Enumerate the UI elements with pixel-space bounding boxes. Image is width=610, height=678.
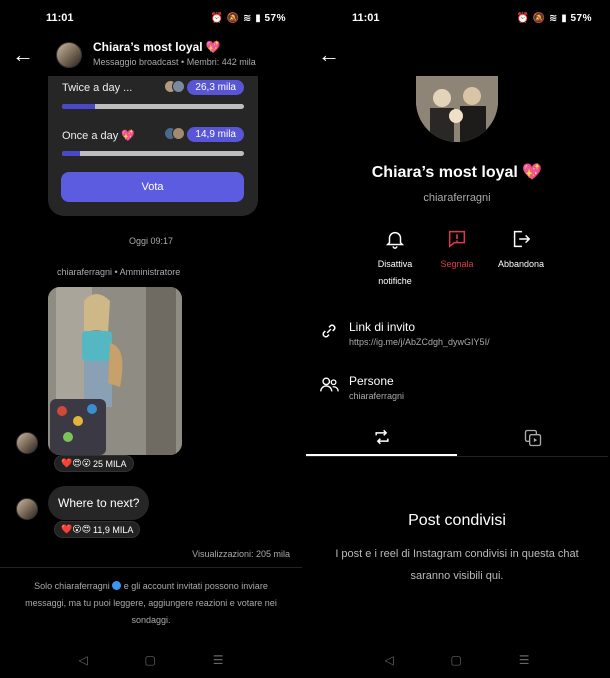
- people-row[interactable]: Persone chiaraferragni: [318, 374, 596, 408]
- nav-home-icon[interactable]: ▢: [451, 653, 462, 667]
- reaction-emojis: ❤️😍😮: [61, 458, 91, 468]
- battery-level: 57%: [264, 12, 286, 24]
- nav-menu-icon[interactable]: ☰: [213, 653, 224, 667]
- group-username[interactable]: chiaraferragni: [306, 192, 608, 204]
- leave-group-button[interactable]: Abbandona: [486, 228, 556, 273]
- action-label: Disattiva notifiche: [377, 259, 413, 286]
- status-time: 11:01: [46, 12, 74, 24]
- group-avatar[interactable]: [56, 42, 82, 68]
- poll-card: Twice a day ... 26,3 mila Once a day 💖 1…: [48, 76, 258, 216]
- wifi-icon: ≋: [243, 12, 252, 24]
- invite-link-title: Link di invito: [349, 320, 416, 334]
- tabs-divider: [306, 456, 608, 457]
- action-label: Segnala: [440, 259, 474, 269]
- photo-illustration: [48, 287, 182, 455]
- status-bar: 11:01 ⏰ 🔕 ≋ ▮ 57%: [0, 0, 302, 36]
- empty-state-title: Post condivisi: [408, 512, 506, 529]
- signal-icon: ▮: [255, 12, 262, 24]
- mute-icon: 🔕: [532, 12, 546, 24]
- avatar-illustration: [416, 76, 498, 142]
- media-gallery-icon: [524, 429, 541, 447]
- message-reactions[interactable]: ❤️😮😍 11,9 MILA: [54, 521, 141, 538]
- battery-level: 57%: [570, 12, 592, 24]
- alarm-icon: ⏰: [516, 12, 530, 24]
- tab-shared-media[interactable]: [457, 420, 608, 456]
- reaction-count: 11,9 MILA: [92, 524, 134, 535]
- shared-photo[interactable]: [48, 287, 182, 455]
- back-arrow-icon[interactable]: ←: [318, 42, 340, 68]
- group-title: Chiara’s most loyal 💖: [371, 164, 543, 181]
- leave-icon: [513, 230, 531, 248]
- reaction-emojis: ❤️😮😍: [61, 524, 91, 534]
- sender-label: chiaraferragni • Amministratore: [57, 267, 181, 277]
- tab-shared-posts[interactable]: [306, 420, 457, 456]
- people-title: Persone: [349, 374, 394, 388]
- broadcast-notice: Solo chiaraferragni e gli account invita…: [14, 578, 288, 629]
- system-nav-bar: ◁ ▢ ☰: [0, 648, 302, 672]
- invite-link-row[interactable]: Link di invito https://ig.me/j/AbZCdgh_d…: [318, 320, 596, 354]
- link-icon: [322, 324, 336, 338]
- sender-avatar[interactable]: [16, 498, 38, 520]
- system-nav-bar: ◁ ▢ ☰: [306, 648, 608, 672]
- invite-link-url[interactable]: https://ig.me/j/AbZCdgh_dywGIY5I/: [349, 337, 490, 347]
- notice-part1: Solo chiaraferragni: [34, 581, 110, 591]
- nav-back-icon[interactable]: ◁: [384, 653, 393, 667]
- report-button[interactable]: Segnala: [422, 228, 492, 273]
- people-sub: chiaraferragni: [349, 391, 405, 401]
- views-count: Visualizzazioni: 205 mila: [192, 549, 290, 559]
- chat-screen: 11:01 ⏰ 🔕 ≋ ▮ 57% ← Chiara’s most loyal …: [0, 0, 302, 678]
- reshare-icon: [374, 429, 389, 445]
- message-bubble[interactable]: Where to next?: [48, 486, 150, 520]
- back-arrow-icon[interactable]: ←: [12, 42, 34, 68]
- wifi-icon: ≋: [549, 12, 558, 24]
- vote-button[interactable]: Vota: [61, 172, 244, 202]
- status-bar: 11:01 ⏰ 🔕 ≋ ▮ 57%: [306, 0, 608, 36]
- group-avatar-large[interactable]: [416, 76, 498, 142]
- people-icon: [320, 377, 339, 392]
- poll-progress-fill: [62, 151, 81, 156]
- poll-progress-fill: [62, 104, 95, 109]
- message-timestamp: Oggi 09:17: [128, 236, 174, 246]
- report-icon: [448, 230, 466, 248]
- chat-title[interactable]: Chiara’s most loyal 💖: [93, 40, 221, 54]
- divider: [0, 567, 302, 568]
- group-info-screen: 11:01 ⏰ 🔕 ≋ ▮ 57% ← Chiara’s most loyal …: [306, 0, 608, 678]
- sender-avatar[interactable]: [16, 432, 38, 454]
- reaction-count: 25 MILA: [92, 458, 127, 469]
- photo-reactions[interactable]: ❤️😍😮 25 MILA: [54, 455, 134, 472]
- nav-menu-icon[interactable]: ☰: [519, 653, 530, 667]
- bell-icon: [385, 231, 405, 249]
- nav-home-icon[interactable]: ▢: [145, 653, 156, 667]
- alarm-icon: ⏰: [210, 12, 224, 24]
- verified-badge-icon: [112, 581, 122, 590]
- poll-option-label[interactable]: Once a day 💖: [62, 129, 135, 142]
- mute-notifications-button[interactable]: Disattiva notifiche: [360, 228, 430, 290]
- poll-progress-bar: [62, 151, 244, 156]
- message-text: Where to next?: [58, 496, 140, 510]
- signal-icon: ▮: [561, 12, 568, 24]
- status-icons: ⏰ 🔕 ≋ ▮ 57%: [517, 13, 592, 24]
- poll-progress-bar: [62, 104, 244, 109]
- action-label: Abbandona: [497, 259, 545, 269]
- poll-vote-count: 26,3 mila: [187, 80, 244, 95]
- mute-icon: 🔕: [226, 12, 240, 24]
- nav-back-icon[interactable]: ◁: [78, 653, 87, 667]
- voter-avatar: [172, 127, 185, 140]
- poll-option-label[interactable]: Twice a day ...: [62, 82, 132, 94]
- poll-voters-avatars: [164, 80, 185, 94]
- empty-state-text: I post e i reel di Instagram condivisi i…: [335, 548, 579, 582]
- poll-vote-count: 14,9 mila: [187, 127, 244, 142]
- voter-avatar: [172, 80, 185, 93]
- status-icons: ⏰ 🔕 ≋ ▮ 57%: [211, 13, 286, 24]
- media-tabs: [306, 420, 608, 456]
- status-time: 11:01: [352, 12, 380, 24]
- poll-voters-avatars: [164, 127, 185, 141]
- chat-subtitle: Messaggio broadcast • Membri: 442 mila: [93, 57, 256, 67]
